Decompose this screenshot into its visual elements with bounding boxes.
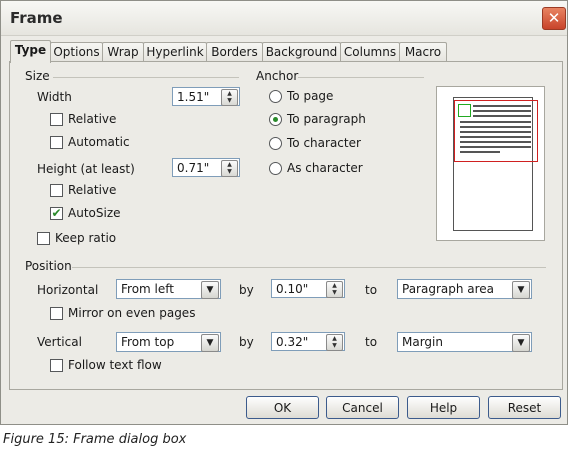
autosize-label: AutoSize bbox=[68, 206, 121, 220]
horizontal-to-value: Paragraph area bbox=[402, 282, 495, 296]
anchor-divider bbox=[298, 77, 424, 78]
cancel-button[interactable]: Cancel bbox=[326, 396, 399, 419]
width-automatic-label: Automatic bbox=[68, 135, 130, 149]
keep-ratio-label: Keep ratio bbox=[55, 231, 117, 245]
horizontal-value: From left bbox=[121, 282, 174, 296]
preview-frame-outline bbox=[454, 100, 538, 162]
anchor-to-character-label: To character bbox=[287, 136, 361, 150]
preview-text-line bbox=[460, 121, 531, 123]
height-label: Height (at least) bbox=[37, 162, 135, 176]
preview-text-line bbox=[460, 126, 531, 128]
vertical-to-label: to bbox=[365, 335, 378, 349]
vertical-by-value: 0.32" bbox=[276, 335, 309, 349]
position-divider bbox=[72, 267, 546, 268]
position-heading: Position bbox=[25, 259, 72, 273]
follow-text-flow-checkbox[interactable] bbox=[50, 359, 63, 372]
width-relative-checkbox[interactable] bbox=[50, 113, 63, 126]
preview-text-line bbox=[460, 136, 531, 138]
chevron-down-icon[interactable]: ▼ bbox=[201, 281, 219, 299]
width-value: 1.51" bbox=[177, 90, 210, 104]
spin-arrows-icon[interactable]: ▲ ▼ bbox=[221, 160, 238, 177]
width-relative-label: Relative bbox=[68, 112, 117, 126]
anchor-to-page-radio[interactable] bbox=[269, 90, 282, 103]
horizontal-by-spinbox[interactable]: 0.10" ▲ ▼ bbox=[271, 279, 345, 298]
preview-text-line bbox=[473, 115, 531, 117]
horizontal-to-dropdown[interactable]: Paragraph area ▼ bbox=[397, 279, 532, 299]
horizontal-dropdown[interactable]: From left ▼ bbox=[116, 279, 221, 299]
anchor-to-character-radio[interactable] bbox=[269, 137, 282, 150]
anchor-as-character-radio[interactable] bbox=[269, 162, 282, 175]
anchor-to-page-label: To page bbox=[287, 89, 334, 103]
chevron-down-icon[interactable]: ▼ bbox=[512, 334, 530, 352]
vertical-label: Vertical bbox=[37, 335, 82, 349]
title-bar: Frame ✕ bbox=[1, 1, 567, 36]
preview-text-line bbox=[473, 110, 531, 112]
anchor-to-paragraph-label: To paragraph bbox=[287, 112, 366, 126]
preview-text-line bbox=[473, 105, 531, 107]
width-automatic-checkbox[interactable] bbox=[50, 136, 63, 149]
chevron-down-icon[interactable]: ▼ bbox=[512, 281, 530, 299]
width-spinbox[interactable]: 1.51" ▲ ▼ bbox=[172, 87, 240, 106]
figure-caption: Figure 15: Frame dialog box bbox=[3, 432, 187, 447]
width-label: Width bbox=[37, 90, 72, 104]
tab-wrap[interactable]: Wrap bbox=[102, 42, 144, 62]
size-heading: Size bbox=[25, 69, 50, 83]
preview-frame-icon bbox=[458, 104, 471, 117]
tab-options[interactable]: Options bbox=[50, 42, 103, 62]
vertical-to-dropdown[interactable]: Margin ▼ bbox=[397, 332, 532, 352]
reset-button[interactable]: Reset bbox=[488, 396, 561, 419]
dialog-title: Frame bbox=[10, 9, 63, 27]
tab-type[interactable]: Type bbox=[10, 40, 51, 63]
spin-arrows-icon[interactable]: ▲ ▼ bbox=[326, 334, 343, 351]
help-button[interactable]: Help bbox=[407, 396, 480, 419]
autosize-checkbox[interactable]: ✔ bbox=[50, 207, 63, 220]
vertical-by-label: by bbox=[239, 335, 254, 349]
tab-macro[interactable]: Macro bbox=[399, 42, 447, 62]
height-value: 0.71" bbox=[177, 161, 210, 175]
vertical-to-value: Margin bbox=[402, 335, 443, 349]
anchor-heading: Anchor bbox=[256, 69, 299, 83]
horizontal-label: Horizontal bbox=[37, 283, 99, 297]
keep-ratio-checkbox[interactable] bbox=[37, 232, 50, 245]
height-relative-checkbox[interactable] bbox=[50, 184, 63, 197]
height-relative-label: Relative bbox=[68, 183, 117, 197]
tab-background[interactable]: Background bbox=[262, 42, 341, 62]
preview-text-line bbox=[460, 151, 500, 153]
vertical-dropdown[interactable]: From top ▼ bbox=[116, 332, 221, 352]
tab-columns[interactable]: Columns bbox=[340, 42, 400, 62]
chevron-down-icon[interactable]: ▼ bbox=[201, 334, 219, 352]
horizontal-by-label: by bbox=[239, 283, 254, 297]
vertical-value: From top bbox=[121, 335, 175, 349]
size-divider bbox=[53, 77, 239, 78]
tab-borders[interactable]: Borders bbox=[206, 42, 263, 62]
anchor-to-paragraph-radio[interactable] bbox=[269, 113, 282, 126]
mirror-even-pages-label: Mirror on even pages bbox=[68, 306, 196, 320]
tab-hyperlink[interactable]: Hyperlink bbox=[143, 42, 207, 62]
frame-dialog: Frame ✕ Type Options Wrap Hyperlink Bord… bbox=[0, 0, 568, 425]
mirror-even-pages-checkbox[interactable] bbox=[50, 307, 63, 320]
horizontal-to-label: to bbox=[365, 283, 378, 297]
preview-page bbox=[453, 97, 538, 231]
height-spinbox[interactable]: 0.71" ▲ ▼ bbox=[172, 158, 240, 177]
spin-arrows-icon[interactable]: ▲ ▼ bbox=[221, 89, 238, 106]
follow-text-flow-label: Follow text flow bbox=[68, 358, 162, 372]
preview-text-line bbox=[460, 146, 531, 148]
preview-text-line bbox=[460, 131, 531, 133]
preview-text-line bbox=[460, 141, 531, 143]
horizontal-by-value: 0.10" bbox=[276, 282, 309, 296]
anchor-as-character-label: As character bbox=[287, 161, 363, 175]
spin-arrows-icon[interactable]: ▲ ▼ bbox=[326, 281, 343, 298]
ok-button[interactable]: OK bbox=[246, 396, 319, 419]
vertical-by-spinbox[interactable]: 0.32" ▲ ▼ bbox=[271, 332, 345, 351]
close-icon[interactable]: ✕ bbox=[542, 7, 566, 30]
preview-box bbox=[436, 86, 545, 241]
